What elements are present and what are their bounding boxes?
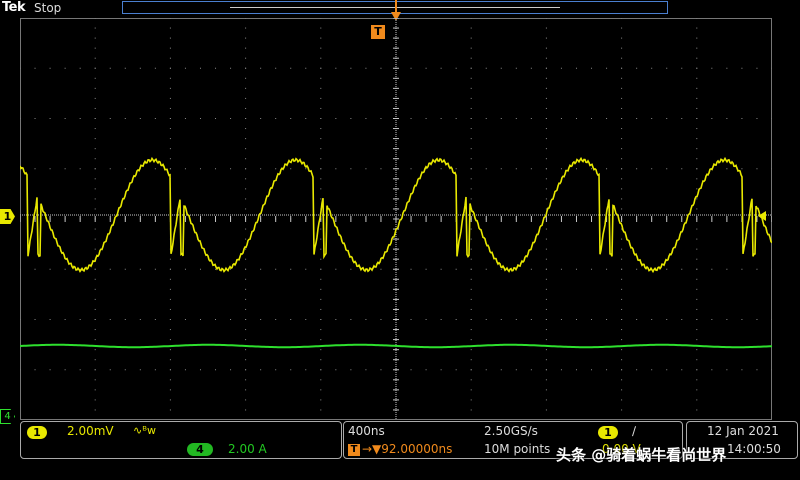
- ch1-scale: 2.00mV: [67, 424, 114, 438]
- trigger-source-badge[interactable]: 1: [598, 426, 618, 439]
- ch4-ground-marker[interactable]: 4: [0, 409, 15, 424]
- time: 14:00:50: [727, 442, 781, 456]
- trigger-badge: T: [348, 444, 360, 456]
- record-length: 10M points: [484, 442, 551, 456]
- watermark: 头条 @骑着蜗牛看尚世界: [556, 446, 727, 464]
- ch1-trigger-level-icon: [758, 211, 766, 221]
- ch1-badge[interactable]: 1: [27, 426, 47, 439]
- ch4-trace: [20, 343, 772, 349]
- trigger-offset: →▼92.00000ns: [362, 442, 453, 456]
- trigger-slope-icon: ∕: [632, 424, 637, 438]
- brand-logo: Tek: [2, 0, 26, 15]
- graticule: [20, 18, 772, 420]
- acquisition-state: Stop: [34, 1, 62, 15]
- ch1-ground-marker[interactable]: 1: [0, 209, 15, 224]
- time-per-division: 400ns: [348, 424, 385, 438]
- bandwidth-limit-icon: ∿ᴮw: [133, 424, 156, 437]
- date: 12 Jan 2021: [707, 424, 779, 438]
- ch4-scale: 2.00 A: [228, 442, 267, 456]
- sample-rate: 2.50GS/s: [484, 424, 538, 438]
- channel-readout-panel[interactable]: 1 2.00mV ∿ᴮw 4 2.00 A: [20, 421, 342, 459]
- ch4-badge[interactable]: 4: [187, 443, 213, 456]
